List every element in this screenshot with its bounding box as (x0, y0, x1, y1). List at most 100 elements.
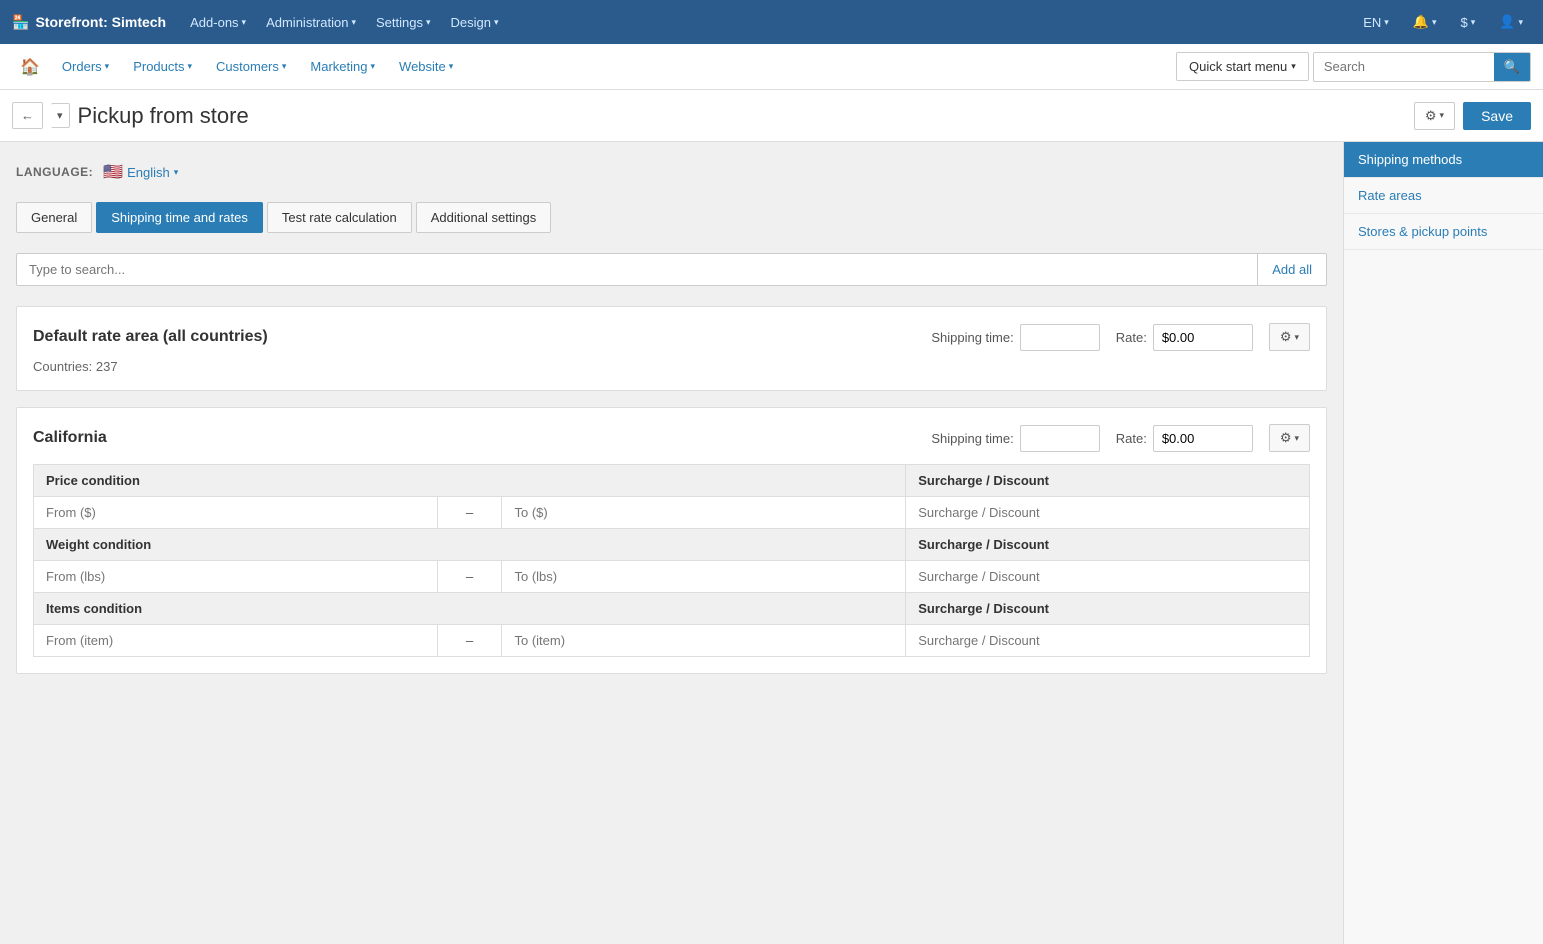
rate-area-title-ca: California (33, 429, 107, 447)
rate-area-settings-button[interactable]: ⚙ ▾ (1269, 323, 1310, 351)
nav-website[interactable]: Website ▾ (389, 51, 463, 82)
items-from-input[interactable] (46, 633, 425, 648)
top-nav-settings[interactable]: Settings ▾ (368, 11, 439, 34)
search-button[interactable]: 🔍 (1494, 53, 1530, 81)
chevron-down-icon: ▾ (1440, 110, 1445, 121)
tab-general[interactable]: General (16, 202, 92, 233)
nav-orders[interactable]: Orders ▾ (52, 51, 119, 82)
settings-button[interactable]: ⚙ ▾ (1414, 102, 1455, 130)
currency-btn[interactable]: $ ▾ (1453, 11, 1484, 34)
items-to-input[interactable] (514, 633, 893, 648)
shipping-time-input-ca[interactable] (1020, 425, 1100, 452)
sidebar-item-shipping-methods[interactable]: Shipping methods (1344, 142, 1543, 178)
shipping-time-input-default[interactable] (1020, 324, 1100, 351)
rate-area-header-ca: California Shipping time: Rate: ⚙ ▾ (33, 424, 1310, 452)
weight-condition-label: Weight condition (34, 529, 906, 561)
nav-marketing[interactable]: Marketing ▾ (300, 51, 385, 82)
price-from-cell (34, 497, 438, 529)
rate-search-input[interactable] (17, 254, 1257, 285)
conditions-table: Price condition Surcharge / Discount – (33, 464, 1310, 657)
items-surcharge-input[interactable] (918, 633, 1297, 648)
chevron-down-icon: ▾ (1294, 433, 1299, 444)
back-button[interactable]: ← (12, 102, 43, 129)
search-box: 🔍 (1313, 52, 1531, 82)
language-selector[interactable]: 🇺🇸 English ▾ (103, 162, 178, 182)
tab-shipping-time-rates[interactable]: Shipping time and rates (96, 202, 263, 233)
items-from-cell (34, 625, 438, 657)
language-value: English (127, 165, 170, 180)
tab-additional-settings[interactable]: Additional settings (416, 202, 552, 233)
chevron-down-icon: ▾ (449, 61, 454, 72)
rate-search-bar: Add all (16, 253, 1327, 286)
second-bar: 🏠 Orders ▾ Products ▾ Customers ▾ Market… (0, 44, 1543, 90)
rate-countries: Countries: 237 (33, 359, 1310, 374)
weight-from-input[interactable] (46, 569, 425, 584)
nav-products[interactable]: Products ▾ (123, 51, 202, 82)
store-icon: 🏪 (12, 14, 29, 31)
rate-area-default: Default rate area (all countries) Shippi… (16, 306, 1327, 391)
weight-from-cell (34, 561, 438, 593)
price-to-cell (502, 497, 906, 529)
quick-start-button[interactable]: Quick start menu ▾ (1176, 52, 1309, 81)
chevron-down-icon: ▾ (1518, 17, 1523, 28)
chevron-down-icon: ▾ (1471, 17, 1476, 28)
chevron-down-icon: ▾ (1384, 17, 1389, 28)
weight-to-input[interactable] (514, 569, 893, 584)
price-condition-header: Price condition Surcharge / Discount (34, 465, 1310, 497)
rate-label: Rate: (1116, 330, 1147, 345)
chevron-down-icon: ▾ (105, 61, 110, 72)
rate-area-california: California Shipping time: Rate: ⚙ ▾ (16, 407, 1327, 674)
rate-group: Rate: (1116, 324, 1253, 351)
gear-icon: ⚙ (1425, 108, 1437, 124)
brand: 🏪 Storefront: Simtech (12, 14, 166, 31)
price-to-input[interactable] (514, 505, 893, 520)
user-btn[interactable]: 👤 ▾ (1491, 10, 1531, 34)
add-all-button[interactable]: Add all (1257, 254, 1326, 285)
chevron-down-icon: ▾ (1291, 61, 1296, 72)
top-nav-design[interactable]: Design ▾ (443, 11, 507, 34)
rate-input-ca[interactable] (1153, 425, 1253, 452)
weight-to-cell (502, 561, 906, 593)
rate-group-ca: Rate: (1116, 425, 1253, 452)
rate-area-settings-button-ca[interactable]: ⚙ ▾ (1269, 424, 1310, 452)
notifications-btn[interactable]: 🔔 ▾ (1405, 10, 1445, 34)
language-switcher[interactable]: EN ▾ (1355, 11, 1397, 34)
price-surcharge-cell (906, 497, 1310, 529)
items-dash: – (437, 625, 502, 657)
sidebar-item-stores-pickup[interactable]: Stores & pickup points (1344, 214, 1543, 250)
price-from-input[interactable] (46, 505, 425, 520)
top-nav-addons[interactable]: Add-ons ▾ (182, 11, 254, 34)
price-dash: – (437, 497, 502, 529)
chevron-down-icon: ▾ (1432, 17, 1437, 28)
search-input[interactable] (1314, 53, 1494, 80)
shipping-time-group-ca: Shipping time: (931, 425, 1099, 452)
rate-label-ca: Rate: (1116, 431, 1147, 446)
price-surcharge-input[interactable] (918, 505, 1297, 520)
home-button[interactable]: 🏠 (12, 53, 48, 81)
sidebar: Shipping methods Rate areas Stores & pic… (1343, 142, 1543, 944)
weight-condition-row: – (34, 561, 1310, 593)
rate-input-default[interactable] (1153, 324, 1253, 351)
language-row: LANGUAGE: 🇺🇸 English ▾ (16, 162, 1327, 182)
nav-customers[interactable]: Customers ▾ (206, 51, 296, 82)
shipping-time-group: Shipping time: (931, 324, 1099, 351)
chevron-down-icon: ▾ (1294, 332, 1299, 343)
shipping-time-label-ca: Shipping time: (931, 431, 1013, 446)
tab-test-rate[interactable]: Test rate calculation (267, 202, 412, 233)
content-area: LANGUAGE: 🇺🇸 English ▾ General Shipping … (0, 142, 1343, 944)
chevron-down-icon: ▾ (371, 61, 376, 72)
top-nav: Add-ons ▾ Administration ▾ Settings ▾ De… (182, 11, 1339, 34)
chevron-down-icon: ▾ (188, 61, 193, 72)
weight-surcharge-input[interactable] (918, 569, 1297, 584)
tabs: General Shipping time and rates Test rat… (16, 202, 1327, 233)
page-header: ← ▾ Pickup from store ⚙ ▾ Save (0, 90, 1543, 142)
top-nav-administration[interactable]: Administration ▾ (258, 11, 364, 34)
chevron-down-icon: ▾ (494, 17, 499, 28)
back-dropdown-button[interactable]: ▾ (51, 103, 70, 128)
sidebar-item-rate-areas[interactable]: Rate areas (1344, 178, 1543, 214)
price-surcharge-label: Surcharge / Discount (906, 465, 1310, 497)
chevron-down-icon: ▾ (426, 17, 431, 28)
save-button[interactable]: Save (1463, 102, 1531, 130)
weight-surcharge-label: Surcharge / Discount (906, 529, 1310, 561)
top-bar: 🏪 Storefront: Simtech Add-ons ▾ Administ… (0, 0, 1543, 44)
